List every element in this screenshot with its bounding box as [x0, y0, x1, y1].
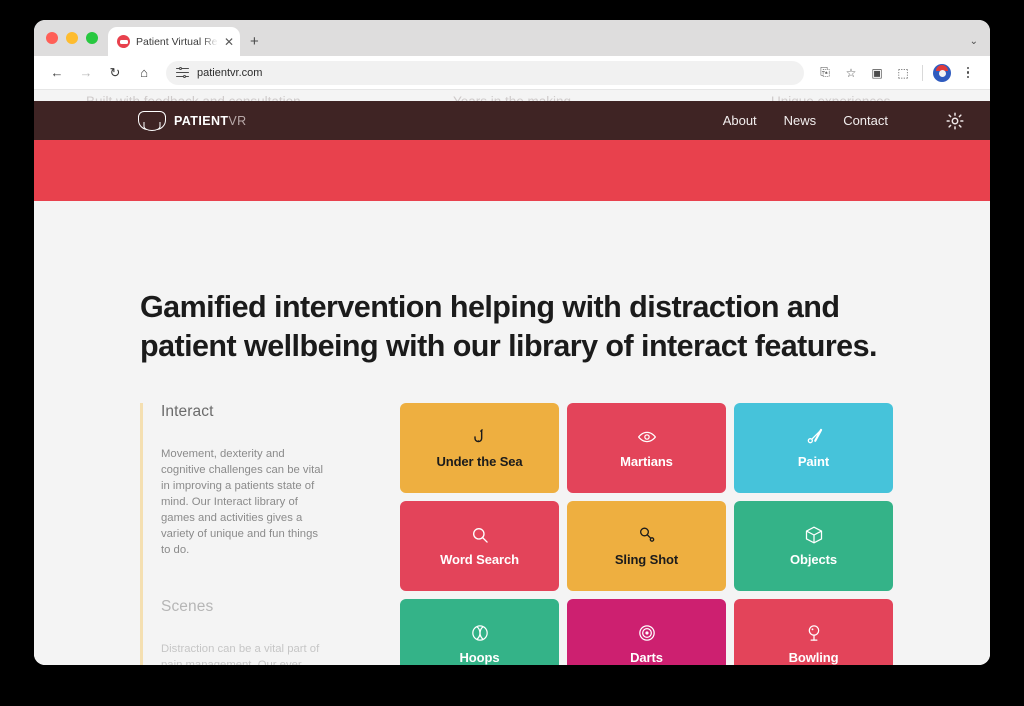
forward-button[interactable]: →: [73, 60, 99, 86]
interact-tile-grid: Under the Sea Martians Paint Word Search…: [400, 402, 893, 665]
tab-title: Patient Virtual Reality - Patien: [136, 35, 218, 48]
tile-paint[interactable]: Paint: [734, 402, 893, 493]
home-button[interactable]: ⌂: [131, 60, 157, 86]
target-icon: [637, 623, 657, 643]
page-title: Gamified intervention helping with distr…: [140, 290, 877, 364]
tile-martians[interactable]: Martians: [567, 402, 726, 493]
bookmark-star-icon[interactable]: ☆: [839, 61, 863, 85]
tile-objects[interactable]: Objects: [734, 500, 893, 591]
browser-menu-icon[interactable]: [956, 61, 980, 85]
browser-toolbar: ← → ↻ ⌂ patientvr.com ⎘ ☆ ▣ ⬚: [34, 56, 990, 90]
nav-item-about[interactable]: About: [723, 113, 757, 128]
tile-sling-shot[interactable]: Sling Shot: [567, 500, 726, 591]
tab-close-icon[interactable]: ✕: [224, 36, 234, 48]
paintbrush-icon: [804, 427, 824, 447]
browser-tabstrip: Patient Virtual Reality - Patien ✕ + ⌄: [34, 20, 990, 56]
maximize-window-button[interactable]: [86, 32, 98, 44]
sun-icon[interactable]: [946, 111, 964, 130]
profile-avatar-icon[interactable]: [930, 61, 954, 85]
section-body: Distraction can be a vital part of pain …: [161, 642, 320, 665]
tile-label: Sling Shot: [614, 551, 679, 567]
logo-primary-text: PATIENT: [174, 113, 229, 128]
extensions-icon[interactable]: ⬚: [891, 61, 915, 85]
toolbar-actions: ⎘ ☆ ▣ ⬚: [813, 61, 980, 85]
features-descriptions: Interact Movement, dexterity and cogniti…: [140, 402, 328, 665]
screenshot-icon[interactable]: ▣: [865, 61, 889, 85]
close-window-button[interactable]: [46, 32, 58, 44]
tile-label: Bowling: [788, 649, 839, 665]
window-traffic-lights: [42, 20, 108, 56]
eye-icon: [637, 427, 657, 447]
site-nav-links: About News Contact: [723, 111, 964, 130]
address-bar[interactable]: patientvr.com: [166, 60, 804, 85]
section-body: Movement, dexterity and cognitive challe…: [161, 447, 324, 556]
minimize-window-button[interactable]: [66, 32, 78, 44]
new-tab-button[interactable]: +: [250, 34, 259, 49]
back-button[interactable]: ←: [44, 60, 70, 86]
vr-headset-icon: [138, 111, 166, 130]
site-settings-icon[interactable]: [176, 66, 189, 78]
section-scenes: Scenes Distraction can be a vital part o…: [161, 598, 328, 665]
tile-label: Martians: [620, 453, 673, 469]
tile-label: Objects: [790, 551, 837, 567]
tile-bowling[interactable]: Bowling: [734, 598, 893, 665]
page-content: Gamified intervention helping with distr…: [34, 201, 990, 665]
logo-wordmark: PATIENTVR: [174, 114, 247, 128]
tile-word-search[interactable]: Word Search: [400, 500, 559, 591]
site-header: PATIENTVR About News Contact: [34, 101, 990, 140]
browser-window: Patient Virtual Reality - Patien ✕ + ⌄ ←…: [34, 20, 990, 665]
features-columns: Interact Movement, dexterity and cogniti…: [140, 402, 940, 665]
cube-icon: [804, 525, 824, 545]
page-viewport: Built with feedback and consultation Yea…: [34, 90, 990, 665]
logo-secondary-text: VR: [228, 113, 247, 128]
tile-label: Under the Sea: [436, 453, 523, 469]
hero-accent-band: [34, 140, 990, 201]
site-logo[interactable]: PATIENTVR: [138, 111, 247, 130]
bowling-pin-icon: [804, 623, 824, 643]
tile-darts[interactable]: Darts: [567, 598, 726, 665]
tile-hoops[interactable]: Hoops: [400, 598, 559, 665]
ball-icon: [470, 623, 490, 643]
section-title: Interact: [161, 402, 214, 420]
tile-under-the-sea[interactable]: Under the Sea: [400, 402, 559, 493]
section-interact: Interact Movement, dexterity and cogniti…: [161, 403, 328, 558]
search-icon: [470, 525, 490, 545]
section-title: Scenes: [161, 597, 214, 615]
address-bar-url: patientvr.com: [197, 66, 263, 79]
tab-favicon-icon: [117, 35, 130, 48]
tile-label: Word Search: [440, 551, 519, 567]
browser-tab[interactable]: Patient Virtual Reality - Patien ✕: [108, 27, 240, 56]
slingshot-icon: [637, 525, 657, 545]
nav-item-contact[interactable]: Contact: [843, 113, 888, 128]
toolbar-divider: [922, 64, 923, 81]
reload-button[interactable]: ↻: [102, 60, 128, 86]
nav-item-news[interactable]: News: [784, 113, 817, 128]
tile-label: Darts: [630, 649, 663, 665]
share-icon[interactable]: ⎘: [813, 61, 837, 85]
tile-label: Hoops: [459, 649, 500, 665]
fish-hook-icon: [470, 427, 490, 447]
chevron-down-icon[interactable]: ⌄: [970, 36, 978, 47]
tile-label: Paint: [797, 453, 830, 469]
